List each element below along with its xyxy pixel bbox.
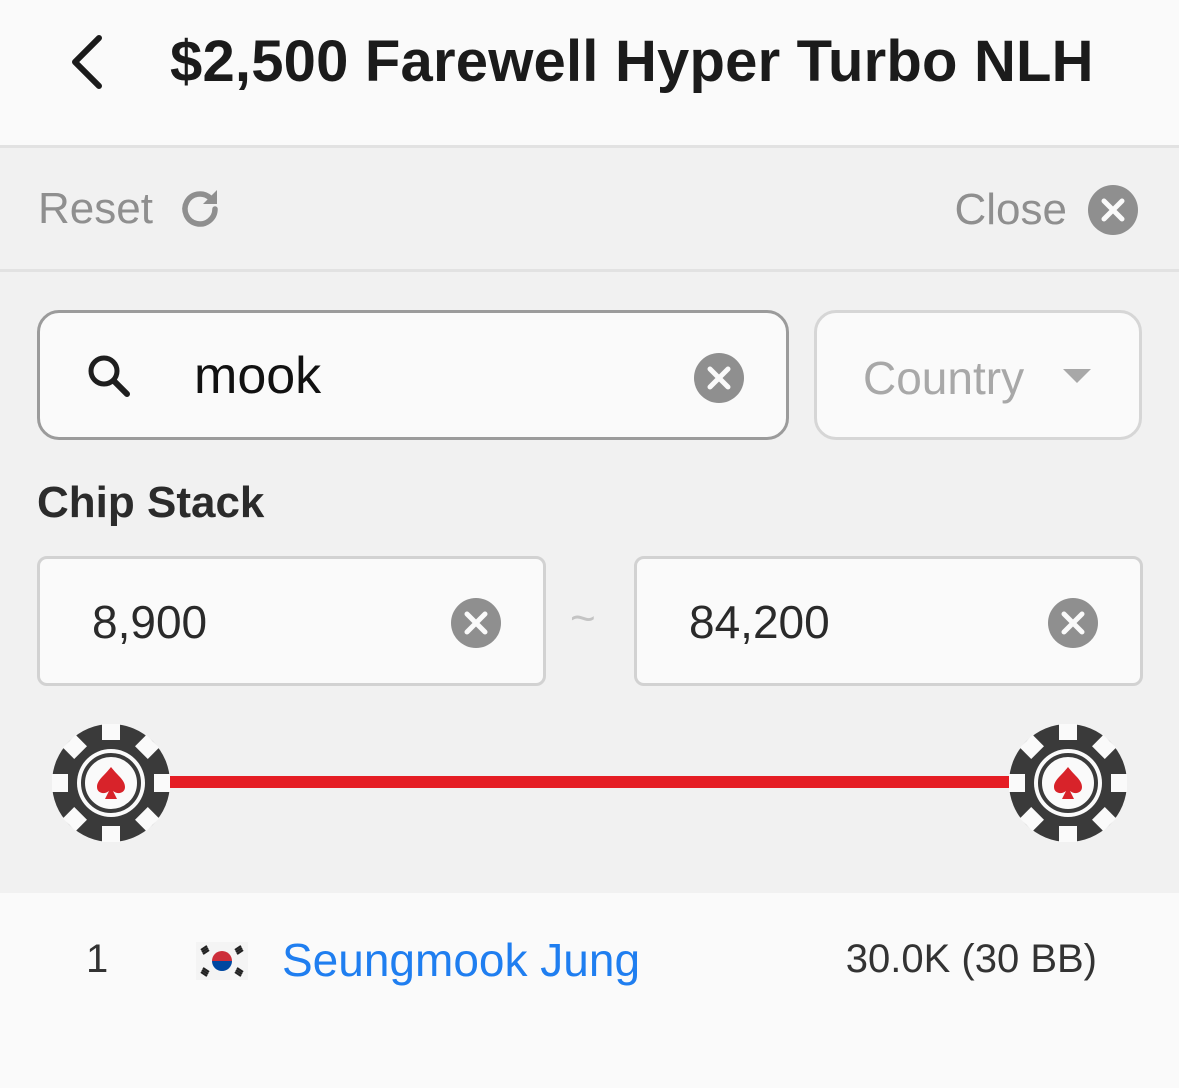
search-field[interactable]	[37, 310, 789, 440]
caret-down-icon	[1063, 369, 1091, 383]
country-placeholder: Country	[863, 352, 1025, 404]
country-select[interactable]: Country	[814, 310, 1142, 440]
result-row[interactable]: 1 Seungmook Jung 30.0K (30 BB)	[0, 893, 1179, 1033]
search-icon	[88, 355, 130, 397]
search-input[interactable]	[194, 341, 664, 411]
back-button[interactable]	[52, 22, 122, 102]
clear-max-icon[interactable]	[1047, 597, 1099, 649]
chip-stack-value: 30.0K (30 BB)	[845, 937, 1097, 981]
chip-min-field[interactable]	[37, 556, 546, 686]
south-korea-flag-icon	[196, 942, 248, 980]
poker-chip-max-handle[interactable]	[1007, 722, 1129, 844]
filter-toolbar: Reset Close	[0, 148, 1179, 272]
clear-search-icon[interactable]	[692, 351, 746, 405]
close-circle-icon	[1088, 185, 1138, 235]
rank-number: 1	[86, 937, 109, 981]
chip-max-field[interactable]	[634, 556, 1143, 686]
chevron-left-icon	[72, 35, 102, 89]
chip-range-track[interactable]	[110, 776, 1068, 788]
reset-button[interactable]: Reset	[38, 184, 223, 234]
chip-max-input[interactable]	[689, 589, 1019, 655]
close-button[interactable]: Close	[955, 184, 1140, 236]
range-separator: ~	[570, 594, 596, 643]
close-label: Close	[954, 185, 1068, 234]
chip-min-input[interactable]	[92, 589, 422, 655]
reset-label: Reset	[38, 184, 153, 233]
clear-min-icon[interactable]	[450, 597, 502, 649]
refresh-icon	[182, 190, 218, 227]
player-name-link[interactable]: Seungmook Jung	[282, 933, 640, 987]
poker-chip-min-handle[interactable]	[50, 722, 172, 844]
filter-panel: Reset Close Country C	[0, 148, 1179, 893]
chip-stack-label: Chip Stack	[37, 478, 265, 527]
page-title: $2,500 Farewell Hyper Turbo NLH	[170, 29, 1094, 94]
app-header: $2,500 Farewell Hyper Turbo NLH	[0, 0, 1179, 148]
